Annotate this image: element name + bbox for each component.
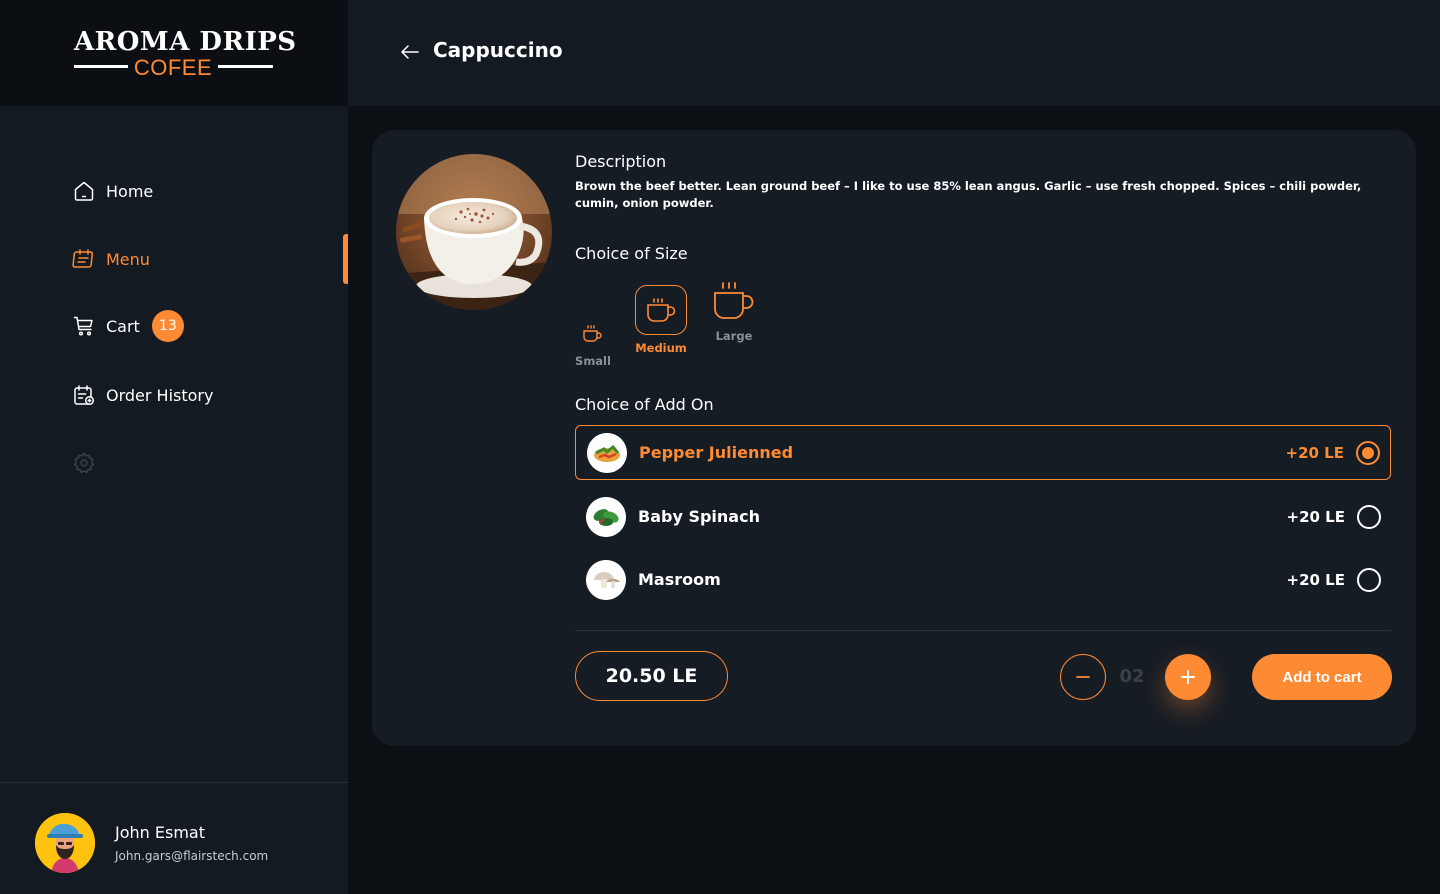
addon-option-baby-spinach[interactable]: Baby Spinach +20 LE — [575, 489, 1391, 544]
menu-icon — [72, 247, 96, 271]
addon-price: +20 LE — [1286, 570, 1345, 589]
brand-name: AROMA DRIPS — [74, 27, 297, 57]
sidebar-item-settings[interactable] — [72, 448, 96, 478]
masroom-thumbnail — [586, 559, 626, 600]
size-label: Small — [575, 354, 611, 368]
page-header: Cappuccino — [348, 0, 1440, 106]
sidebar-item-cart[interactable]: Cart 13 — [72, 310, 184, 342]
page-title: Cappuccino — [433, 38, 563, 62]
cart-count-badge: 13 — [151, 310, 184, 342]
size-label: Medium — [635, 341, 687, 355]
product-detail-card: Description Brown the beef better. Lean … — [372, 130, 1416, 746]
baby-spinach-thumbnail — [586, 496, 626, 537]
addon-name: Pepper Julienned — [639, 443, 794, 462]
addon-price: +20 LE — [1285, 443, 1344, 462]
product-image — [396, 154, 552, 310]
order-history-icon — [72, 383, 96, 407]
avatar — [35, 813, 95, 873]
addon-section-title: Choice of Add On — [575, 395, 714, 414]
addon-radio[interactable] — [1357, 504, 1381, 529]
user-profile[interactable]: John Esmat John.gars@flairstech.com — [0, 782, 348, 894]
active-nav-indicator — [343, 234, 348, 284]
user-name: John Esmat — [115, 823, 205, 842]
plus-icon — [1181, 670, 1195, 684]
description-title: Description — [575, 152, 667, 171]
minus-icon — [1076, 676, 1090, 678]
total-price: 20.50 LE — [575, 651, 728, 701]
addon-option-masroom[interactable]: Masroom +20 LE — [575, 552, 1391, 607]
brand-logo[interactable]: AROMA DRIPS COFEE — [0, 0, 348, 106]
radio-selected-dot — [1362, 446, 1374, 459]
addon-option-pepper-julienned[interactable]: Pepper Julienned +20 LE — [575, 425, 1391, 480]
addon-radio[interactable] — [1356, 440, 1380, 465]
size-option-small[interactable]: Small — [575, 300, 611, 368]
decrease-quantity-button[interactable] — [1060, 654, 1106, 700]
addon-name: Baby Spinach — [638, 507, 760, 526]
large-cup-icon — [709, 278, 759, 323]
sidebar-item-menu[interactable]: Menu — [72, 244, 150, 274]
sidebar-item-label: Menu — [106, 249, 150, 269]
small-cup-icon — [575, 300, 611, 348]
increase-quantity-button[interactable] — [1165, 654, 1211, 700]
addon-name: Masroom — [638, 570, 721, 589]
sidebar-item-label: Cart — [106, 316, 140, 336]
sidebar-item-order-history[interactable]: Order History — [72, 380, 213, 410]
size-label: Large — [715, 329, 753, 343]
description-text: Brown the beef better. Lean ground beef … — [575, 179, 1362, 210]
size-option-medium[interactable]: Medium — [635, 285, 687, 355]
brand-subtitle: COFEE — [133, 55, 213, 80]
pepper-julienned-thumbnail — [587, 432, 627, 473]
user-email: John.gars@flairstech.com — [115, 849, 269, 863]
addon-radio[interactable] — [1357, 567, 1381, 592]
medium-cup-icon — [635, 285, 687, 335]
addon-price: +20 LE — [1286, 507, 1345, 526]
home-icon — [72, 179, 96, 203]
app-window: AROMA DRIPS COFEE Home Menu Cart 13 Orde… — [0, 0, 1440, 894]
logo-divider-left — [74, 65, 128, 68]
cart-icon — [72, 314, 96, 338]
size-option-large[interactable]: Large — [709, 278, 759, 343]
divider — [575, 630, 1391, 631]
sidebar-item-label: Order History — [106, 385, 214, 405]
gear-icon — [72, 451, 96, 475]
sidebar-item-home[interactable]: Home — [72, 176, 153, 206]
add-to-cart-button[interactable]: Add to cart — [1252, 654, 1392, 700]
size-section-title: Choice of Size — [575, 244, 688, 263]
logo-divider-right — [218, 65, 273, 68]
sidebar-item-label: Home — [106, 181, 154, 201]
quantity-value: 02 — [1119, 666, 1145, 687]
back-arrow-icon[interactable] — [398, 40, 422, 64]
sidebar: AROMA DRIPS COFEE Home Menu Cart 13 Orde… — [0, 0, 348, 894]
